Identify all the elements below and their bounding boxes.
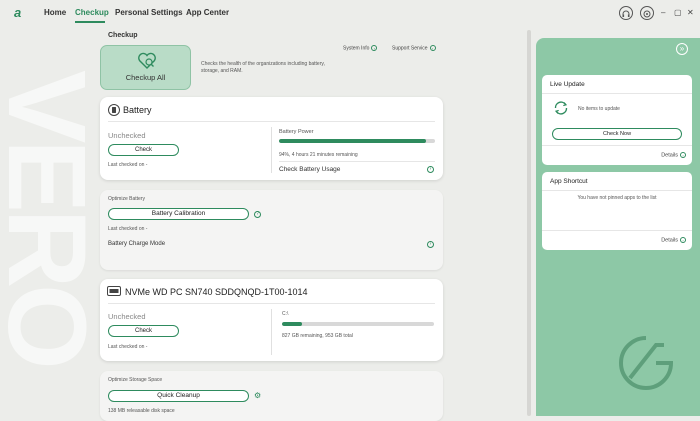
optimize-battery-card: Optimize Battery Battery Calibration ? L… [100, 190, 443, 270]
battery-card: Battery Unchecked Check Last checked on … [100, 97, 443, 180]
nav-checkup[interactable]: Checkup [75, 8, 109, 17]
storage-check-button[interactable]: Check [108, 325, 179, 337]
arrow-right-icon[interactable]: › [427, 241, 434, 248]
battery-power-label: Battery Power [279, 129, 314, 135]
arrow-right-icon: › [429, 45, 436, 51]
storage-title: NVMe WD PC SN740 SDDQNQD-1T00-1014 [125, 287, 308, 297]
live-update-message: No items to update [578, 106, 620, 112]
battery-charge-mode-label[interactable]: Battery Charge Mode [108, 241, 165, 247]
checkup-description: Checks the health of the organizations i… [201, 61, 325, 74]
app-shortcut-title: App Shortcut [550, 178, 588, 185]
drive-label: C:\ [282, 311, 289, 317]
ssd-icon [107, 286, 121, 296]
collapse-panel-icon[interactable]: » [676, 43, 688, 55]
battery-check-button[interactable]: Check [108, 144, 179, 156]
divider [542, 93, 692, 94]
drive-usage-text: 827 GB remaining, 953 GB total [282, 333, 353, 339]
help-icon[interactable]: ? [254, 211, 261, 218]
headset-icon[interactable] [619, 6, 633, 20]
details-label: Details [661, 237, 678, 244]
arrow-right-icon: › [680, 237, 686, 243]
right-panel: » Live Update No items to update Check N… [536, 38, 700, 416]
support-service-link[interactable]: Support Service › [392, 45, 436, 51]
drive-usage-bar [282, 322, 434, 326]
divider [271, 309, 272, 355]
system-info-label: System Info [343, 45, 370, 52]
optimize-storage-card: Optimize Storage Space Quick Cleanup ⚙ 1… [100, 371, 443, 421]
battery-status: Unchecked [108, 131, 146, 140]
checkup-all-label: Checkup All [125, 73, 166, 82]
details-label: Details [661, 152, 678, 159]
background-watermark: VERO [0, 70, 108, 366]
battery-title: Battery [123, 105, 152, 115]
divider [271, 127, 272, 173]
storage-card: NVMe WD PC SN740 SDDQNQD-1T00-1014 Unche… [100, 279, 443, 361]
nav-home[interactable]: Home [44, 8, 66, 17]
battery-last-checked: Last checked on - [108, 162, 148, 168]
minimize-icon[interactable]: – [661, 8, 665, 17]
nav-personal-settings[interactable]: Personal Settings [115, 8, 183, 17]
page-title: Checkup [108, 32, 138, 39]
divider [542, 190, 692, 191]
battery-calibration-button[interactable]: Battery Calibration [108, 208, 249, 220]
acer-logo-icon[interactable]: a [14, 6, 28, 19]
gear-icon[interactable]: ⚙ [254, 391, 261, 400]
app-shortcut-details-link[interactable]: Details › [661, 237, 686, 243]
divider [108, 121, 435, 122]
divider [542, 145, 692, 146]
reclaimable-space-text: 138 MB releasable disk space [108, 408, 175, 414]
arrow-right-icon: › [371, 45, 378, 51]
scrollbar[interactable] [527, 30, 531, 416]
restore-icon[interactable]: ▢ [674, 8, 682, 17]
nav-active-indicator [75, 21, 105, 23]
top-navigation: a Home Checkup Personal Settings App Cen… [0, 0, 700, 28]
heart-check-icon [138, 52, 156, 69]
nav-app-center[interactable]: App Center [186, 8, 229, 17]
quick-cleanup-button[interactable]: Quick Cleanup [108, 390, 249, 402]
check-now-button[interactable]: Check Now [552, 128, 682, 140]
battery-power-text: 94%, 4 hours 21 minutes remaining [279, 152, 358, 158]
brand-watermark-icon [619, 336, 674, 390]
drive-usage-fill [282, 322, 302, 326]
divider [279, 161, 435, 162]
storage-status: Unchecked [108, 312, 146, 321]
checkup-all-button[interactable]: Checkup All [100, 45, 191, 90]
live-update-card: Live Update No items to update Check Now… [542, 75, 692, 165]
close-icon[interactable]: ✕ [687, 8, 694, 17]
arrow-right-icon[interactable]: › [427, 166, 434, 173]
settings-icon[interactable] [640, 6, 654, 20]
arrow-right-icon: › [680, 152, 686, 158]
battery-power-fill [279, 139, 426, 143]
storage-last-checked: Last checked on - [108, 344, 148, 350]
battery-icon [108, 104, 120, 116]
calibration-last-checked: Last checked on - [108, 226, 148, 232]
system-info-link[interactable]: System Info › [343, 45, 378, 52]
battery-power-bar [279, 139, 435, 143]
app-shortcut-message: You have not pinned apps to the list [577, 195, 657, 201]
app-shortcut-card: App Shortcut You have not pinned apps to… [542, 172, 692, 250]
optimize-storage-title: Optimize Storage Space [108, 377, 163, 383]
live-update-details-link[interactable]: Details › [661, 152, 686, 158]
divider [542, 230, 692, 231]
refresh-icon [554, 101, 568, 115]
optimize-battery-title: Optimize Battery [108, 196, 145, 202]
support-service-label: Support Service [392, 45, 428, 52]
divider [108, 303, 435, 304]
live-update-title: Live Update [550, 81, 585, 88]
check-battery-usage-link[interactable]: Check Battery Usage [279, 166, 340, 173]
